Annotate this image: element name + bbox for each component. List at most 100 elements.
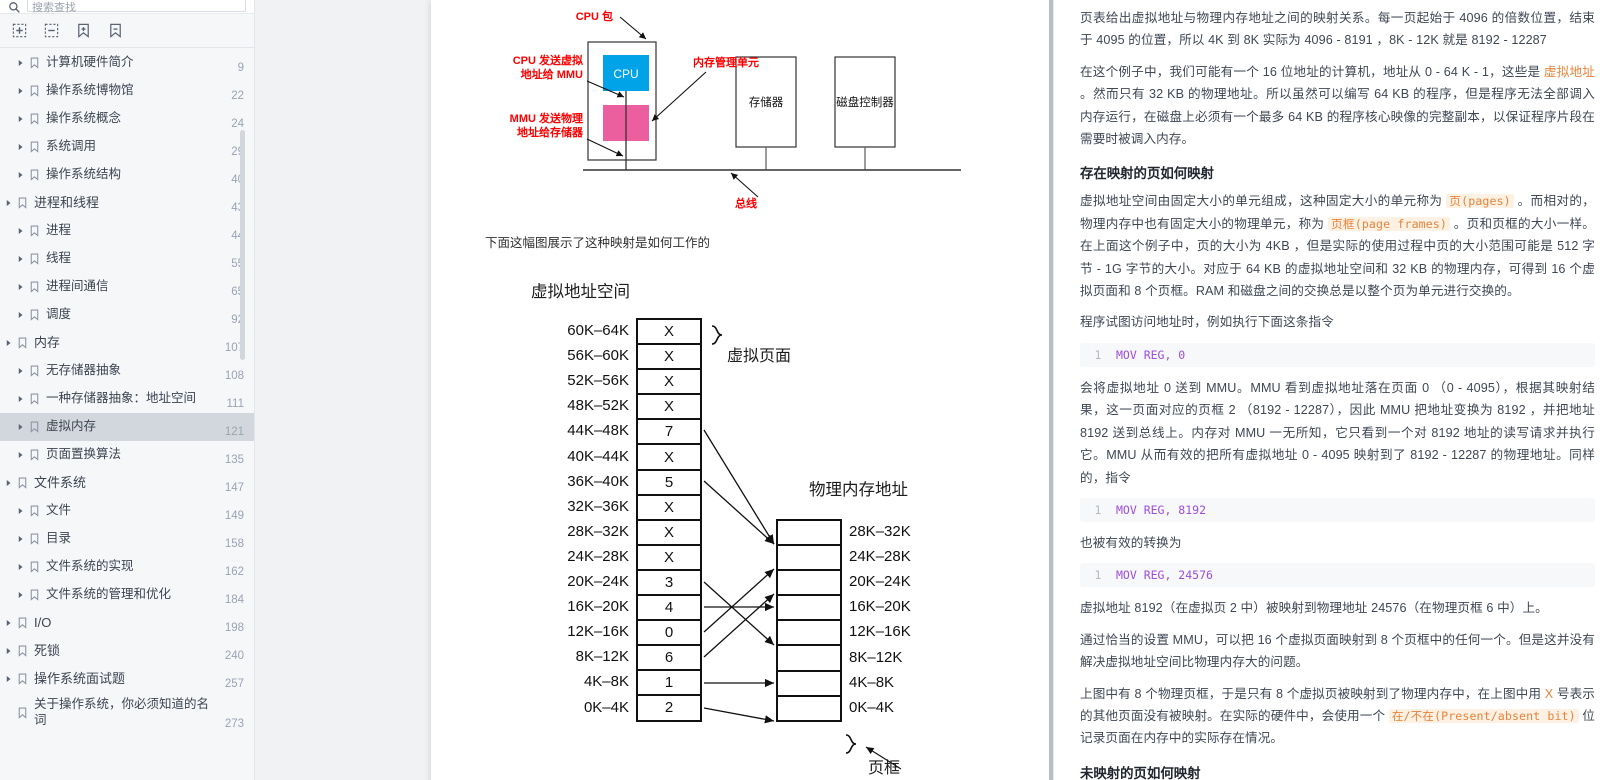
chevron-right-icon[interactable] <box>14 87 28 95</box>
bookmark-label: 文件系统 <box>34 474 87 490</box>
bookmark-item-0[interactable]: 计算机硬件简介 9 <box>0 49 254 77</box>
bookmark-item-1[interactable]: 操作系统博物馆 22 <box>0 77 254 105</box>
label-bus: 总线 <box>735 196 757 210</box>
bookmark-item-23[interactable]: 关于操作系统，你必须知道的名词 273 <box>0 693 254 733</box>
pdf-viewer[interactable]: CPU 存储器 磁盘控制器 CPU 包 CPU 发送虚拟 地址给 MMU 内存管… <box>255 0 1053 780</box>
chevron-right-icon[interactable] <box>14 367 28 375</box>
bookmark-item-14[interactable]: 页面置换算法 135 <box>0 441 254 469</box>
bookmark-item-21[interactable]: 死锁 240 <box>0 637 254 665</box>
collapse-all-icon[interactable] <box>40 20 62 42</box>
code-block-1[interactable]: 1 MOV REG, 0 <box>1080 342 1595 367</box>
note-code-page-frames: 页框(page frames) <box>1328 216 1450 231</box>
bookmark-item-22[interactable]: 操作系统面试题 257 <box>0 665 254 693</box>
bookmark-page-number: 257 <box>224 678 244 690</box>
code-block-3[interactable]: 1 MOV REG, 24576 <box>1080 563 1595 588</box>
chevron-right-icon[interactable] <box>14 255 28 263</box>
bookmark-page-number: 108 <box>224 370 244 382</box>
chevron-right-icon[interactable] <box>14 507 28 515</box>
page-frame-cell <box>778 697 840 722</box>
chevron-right-icon[interactable] <box>14 227 28 235</box>
chevron-right-icon[interactable] <box>14 115 28 123</box>
chevron-right-icon[interactable] <box>14 395 28 403</box>
bookmark-item-9[interactable]: 调度 92 <box>0 301 254 329</box>
note-paragraph-8: 通过恰当的设置 MMU，可以把 16 个虚拟页面映射到 8 个页框中的任何一个。… <box>1080 632 1595 670</box>
chevron-right-icon[interactable] <box>14 423 28 431</box>
virtual-page-cell: 6 <box>638 646 700 672</box>
virtual-page-cell: 7 <box>638 420 700 446</box>
code-block-2[interactable]: 1 MOV REG, 8192 <box>1080 497 1595 522</box>
virtual-address-column: XXXX7X5XXX340612 <box>636 318 702 722</box>
page-frame-cell <box>778 621 840 647</box>
bookmark-label: I/O <box>34 614 52 630</box>
bookmark-item-6[interactable]: 进程 44 <box>0 217 254 245</box>
physical-range-label: 4K–8K <box>849 673 895 691</box>
bookmark-icon <box>16 707 29 719</box>
chevron-right-icon[interactable] <box>2 619 16 627</box>
search-input[interactable]: 搜索查找 <box>27 0 246 13</box>
chevron-right-icon[interactable] <box>14 171 28 179</box>
bookmark-item-11[interactable]: 无存储器抽象 108 <box>0 357 254 385</box>
chevron-right-icon[interactable] <box>2 339 16 347</box>
chevron-right-icon[interactable] <box>2 675 16 683</box>
bookmark-label: 死锁 <box>34 642 61 658</box>
add-bookmark-icon[interactable] <box>72 20 94 42</box>
bookmarks-sidebar: 搜索查找 计算机硬件简介 9 操作系统博物馆 22 操作系统概念 24 系统调用… <box>0 0 255 780</box>
bookmark-label: 调度 <box>46 307 72 322</box>
virtual-page-cell: 4 <box>638 596 700 622</box>
remove-bookmark-icon[interactable] <box>104 20 126 42</box>
chevron-right-icon[interactable] <box>14 143 28 151</box>
note-paragraph-6: 也被有效的转换为 <box>1080 535 1182 550</box>
note-paragraph-1: 页表给出虚拟地址与物理内存地址之间的映射关系。每一页起始于 4096 的倍数位置… <box>1080 11 1595 48</box>
search-icon[interactable] <box>8 1 21 13</box>
bookmark-label: 系统调用 <box>46 139 97 154</box>
sidebar-scrollbar[interactable] <box>240 130 245 360</box>
page-frame-cell <box>778 521 840 547</box>
bookmark-item-18[interactable]: 文件系统的实现 162 <box>0 553 254 581</box>
bookmark-item-10[interactable]: 内存 107 <box>0 329 254 357</box>
note-p2-highlight: 虚拟地址 <box>1543 64 1595 79</box>
expand-all-icon[interactable] <box>8 20 30 42</box>
bookmark-item-7[interactable]: 线程 55 <box>0 245 254 273</box>
bookmark-icon <box>16 337 29 349</box>
bookmark-label: 操作系统面试题 <box>34 670 126 686</box>
bookmark-item-19[interactable]: 文件系统的管理和优化 184 <box>0 581 254 609</box>
chevron-right-icon[interactable] <box>14 283 28 291</box>
bookmark-label: 一种存储器抽象：地址空间 <box>46 391 197 406</box>
notes-pane[interactable]: 页表给出虚拟地址与物理内存地址之间的映射关系。每一页起始于 4096 的倍数位置… <box>1053 0 1621 780</box>
chevron-right-icon[interactable] <box>14 563 28 571</box>
bookmark-item-2[interactable]: 操作系统概念 24 <box>0 105 254 133</box>
physical-range-label: 20K–24K <box>849 573 911 591</box>
chevron-right-icon[interactable] <box>2 647 16 655</box>
chevron-right-icon[interactable] <box>14 311 28 319</box>
virtual-range-label: 4K–8K <box>583 673 629 691</box>
bookmark-item-4[interactable]: 操作系统结构 40 <box>0 161 254 189</box>
chevron-right-icon[interactable] <box>2 479 16 487</box>
bookmark-item-12[interactable]: 一种存储器抽象：地址空间 111 <box>0 385 254 413</box>
bookmark-item-8[interactable]: 进程间通信 65 <box>0 273 254 301</box>
bookmark-tree[interactable]: 计算机硬件简介 9 操作系统博物馆 22 操作系统概念 24 系统调用 29 操作系统结构 40 进… <box>0 49 254 780</box>
page-frame-cell <box>778 672 840 697</box>
bookmark-item-5[interactable]: 进程和线程 43 <box>0 189 254 217</box>
chevron-right-icon[interactable] <box>14 451 28 459</box>
chevron-right-icon[interactable] <box>14 591 28 599</box>
bookmark-item-3[interactable]: 系统调用 29 <box>0 133 254 161</box>
bookmark-item-17[interactable]: 目录 158 <box>0 525 254 553</box>
virtual-range-label: 52K–56K <box>567 372 629 390</box>
virtual-range-label: 0K–4K <box>583 698 629 716</box>
bookmark-page-number: 198 <box>224 622 244 634</box>
note-heading-unmapped-pages: 未映射的页如何映射 <box>1080 765 1201 780</box>
bookmark-icon <box>16 197 29 209</box>
chevron-right-icon[interactable] <box>14 59 28 67</box>
bookmark-icon <box>28 169 41 181</box>
virtual-page-cell: X <box>638 521 700 546</box>
bookmark-item-16[interactable]: 文件 149 <box>0 497 254 525</box>
chevron-right-icon[interactable] <box>14 535 28 543</box>
chevron-right-icon[interactable] <box>2 199 16 207</box>
bookmark-item-15[interactable]: 文件系统 147 <box>0 469 254 497</box>
virtual-range-label: 28K–32K <box>567 522 629 540</box>
bookmark-item-13[interactable]: 虚拟内存 121 <box>0 413 254 441</box>
disk-controller-box-label: 磁盘控制器 <box>836 95 894 109</box>
page-frame-cell <box>778 596 840 622</box>
bookmark-item-20[interactable]: I/O 198 <box>0 609 254 637</box>
physical-range-label: 12K–16K <box>849 623 911 641</box>
